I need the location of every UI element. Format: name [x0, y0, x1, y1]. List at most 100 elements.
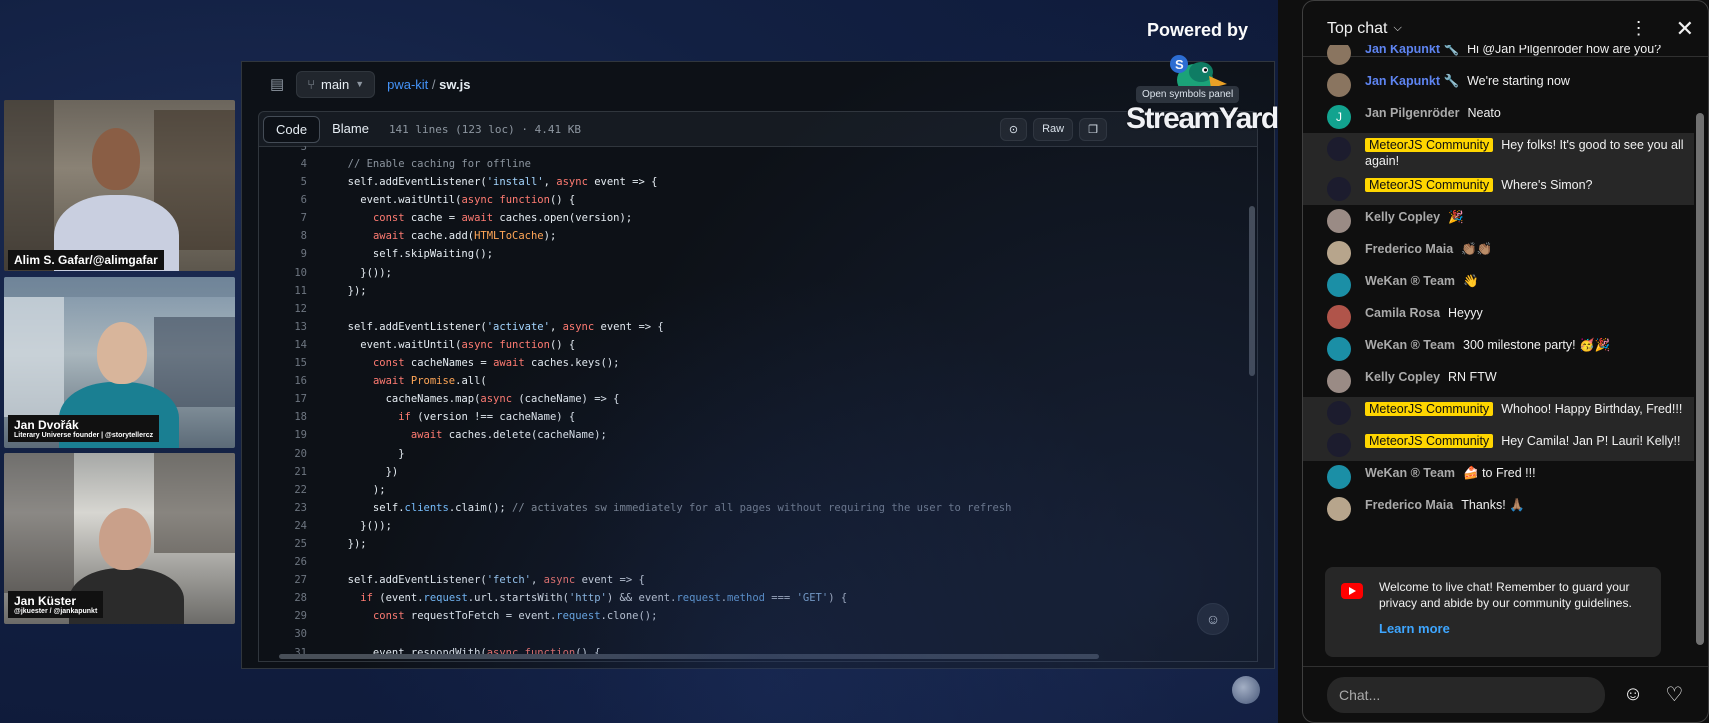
copilot-icon[interactable]: ☺	[1197, 603, 1229, 635]
message-author[interactable]: WeKan ® Team	[1365, 274, 1455, 288]
line-number: 22	[294, 483, 307, 496]
message-author[interactable]: Frederico Maia	[1365, 242, 1453, 256]
avatar[interactable]	[1327, 433, 1351, 457]
avatar[interactable]	[1327, 241, 1351, 265]
bookshelf	[4, 100, 54, 271]
chat-message: Jan Kapunkt 🔧 Hi @Jan Pilgenröder how are…	[1303, 45, 1694, 69]
code-text: const cacheNames = await caches.keys();	[372, 357, 620, 370]
message-author[interactable]: Jan Pilgenröder	[1365, 106, 1459, 120]
avatar[interactable]	[1327, 137, 1351, 161]
chat-message: MeteorJS Community Whohoo! Happy Birthday…	[1303, 397, 1694, 429]
message-author[interactable]: Kelly Copley	[1365, 210, 1440, 224]
youtube-icon	[1341, 583, 1363, 599]
vertical-scrollbar[interactable]	[1249, 206, 1255, 376]
copy-icon[interactable]: ❐	[1079, 117, 1107, 141]
chat-mode-selector[interactable]: Top chat ⌵	[1327, 20, 1402, 38]
branch-selector[interactable]: ⑂ main ▼	[296, 70, 376, 98]
code-line: 23 self.clients.claim(); // activates sw…	[259, 499, 1257, 517]
message-author[interactable]: Camila Rosa	[1365, 306, 1440, 320]
avatar[interactable]: J	[1327, 105, 1351, 129]
message-author[interactable]: Jan Kapunkt 🔧	[1365, 45, 1459, 56]
message-body: Frederico Maia 👏🏽👏🏽	[1365, 241, 1492, 257]
code-line: 5 self.addEventListener('install', async…	[259, 173, 1257, 191]
learn-more-link[interactable]: Learn more	[1379, 621, 1647, 636]
chat-message: MeteorJS Community Hey Camila! Jan P! Lau…	[1303, 429, 1694, 461]
line-number: 12	[294, 302, 307, 315]
sidebar-icon[interactable]: ▤	[270, 75, 284, 93]
close-icon[interactable]: ✕	[1676, 16, 1694, 42]
code-line: 7 const cache = await caches.open(versio…	[259, 209, 1257, 227]
code-line: 28 if (event.request.url.startsWith('htt…	[259, 589, 1257, 607]
camera-tile-3: Jan Küster @jkuester / @jankapunkt	[4, 453, 235, 624]
copilot-icon[interactable]: ⊙	[999, 117, 1028, 141]
code-text: }	[335, 447, 405, 460]
chat-message: MeteorJS Community Hey folks! It's good t…	[1303, 133, 1694, 173]
line-number: 26	[294, 556, 307, 569]
chat-scrollbar[interactable]	[1696, 113, 1704, 645]
line-number: 29	[294, 610, 307, 623]
repo-link[interactable]: pwa-kit	[387, 77, 428, 92]
message-text: 👏🏽👏🏽	[1461, 242, 1493, 256]
avatar[interactable]	[1327, 401, 1351, 425]
code-line: 4 // Enable caching for offline	[259, 155, 1257, 173]
avatar[interactable]	[1327, 305, 1351, 329]
line-number: 10	[294, 266, 307, 279]
message-body: MeteorJS Community Hey Camila! Jan P! Lau…	[1365, 433, 1680, 449]
avatar[interactable]	[1327, 369, 1351, 393]
message-author[interactable]: WeKan ® Team	[1365, 466, 1455, 480]
message-author[interactable]: Jan Kapunkt 🔧	[1365, 74, 1459, 88]
camera-name-tag: Jan Küster @jkuester / @jankapunkt	[8, 591, 104, 618]
person-face	[97, 322, 147, 384]
line-number: 23	[294, 501, 307, 514]
heart-icon[interactable]: ♡	[1657, 677, 1692, 713]
message-text: Thanks! 🙏🏽	[1461, 498, 1525, 512]
avatar[interactable]	[1327, 337, 1351, 361]
person-face	[99, 508, 151, 570]
avatar[interactable]	[1327, 465, 1351, 489]
code-text: self.addEventListener('install', async e…	[335, 176, 658, 189]
message-author[interactable]: Frederico Maia	[1365, 498, 1453, 512]
message-body: WeKan ® Team 🍰 to Fred !!!	[1365, 465, 1536, 481]
code-text: await caches.delete(cacheName);	[410, 429, 607, 442]
line-number: 15	[294, 357, 307, 370]
message-body: Jan Kapunkt 🔧 Hi @Jan Pilgenröder how are…	[1365, 45, 1661, 57]
message-author[interactable]: WeKan ® Team	[1365, 338, 1455, 352]
message-author[interactable]: MeteorJS Community	[1365, 402, 1494, 416]
avatar[interactable]	[1327, 45, 1351, 65]
more-vert-icon[interactable]: ⋮	[1630, 18, 1648, 39]
code-text: if (event.request.url.startsWith('http')…	[360, 592, 848, 605]
line-number: 3	[300, 146, 307, 153]
code-line: 19 await caches.delete(cacheName);	[259, 426, 1257, 444]
code-text: self.addEventListener('activate', async …	[335, 320, 664, 333]
message-text: 🍰 to Fred !!!	[1463, 466, 1536, 480]
message-author[interactable]: MeteorJS Community	[1365, 138, 1494, 152]
avatar[interactable]	[1327, 209, 1351, 233]
chat-input-bar: ☺ ♡	[1303, 666, 1708, 722]
tab-blame[interactable]: Blame	[320, 116, 381, 143]
avatar[interactable]	[1327, 273, 1351, 297]
chat-input[interactable]	[1327, 676, 1606, 713]
video-stage: Alim S. Gafar/@alimgafar Jan Dvořák Lite…	[0, 0, 1278, 723]
line-number: 30	[294, 628, 307, 641]
horizontal-scrollbar[interactable]	[279, 654, 1099, 659]
chat-message: Jan Kapunkt 🔧 We're starting now	[1303, 69, 1694, 101]
code-line: 25 });	[259, 535, 1257, 553]
breadcrumb-separator: /	[431, 76, 436, 92]
avatar[interactable]	[1327, 73, 1351, 97]
tab-code[interactable]: Code	[263, 115, 321, 143]
message-body: Jan Kapunkt 🔧 We're starting now	[1365, 73, 1570, 89]
chat-message: Frederico Maia Thanks! 🙏🏽	[1303, 493, 1694, 525]
avatar[interactable]	[1327, 177, 1351, 201]
message-author[interactable]: Kelly Copley	[1365, 370, 1440, 384]
message-author[interactable]: MeteorJS Community	[1365, 178, 1494, 192]
raw-button[interactable]: Raw	[1033, 117, 1074, 141]
message-text: Where's Simon?	[1501, 178, 1593, 192]
line-number: 24	[294, 519, 307, 532]
message-author[interactable]: MeteorJS Community	[1365, 434, 1494, 448]
chat-message: WeKan ® Team 🍰 to Fred !!!	[1303, 461, 1694, 493]
branch-label: main	[321, 76, 350, 92]
avatar[interactable]	[1327, 497, 1351, 521]
code-line: 15 const cacheNames = await caches.keys(…	[259, 354, 1257, 372]
message-body: MeteorJS Community Hey folks! It's good t…	[1365, 137, 1694, 169]
emoji-icon[interactable]: ☺	[1615, 677, 1650, 713]
